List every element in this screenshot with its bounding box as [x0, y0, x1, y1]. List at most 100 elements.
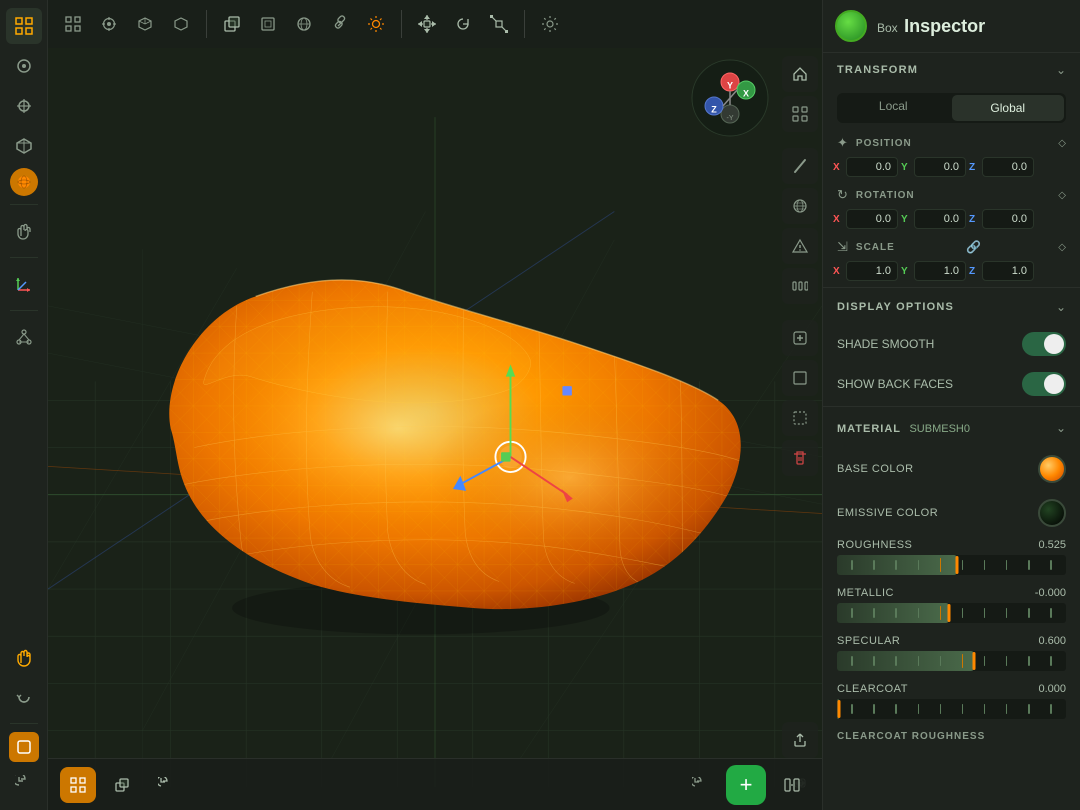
grid-bottom-icon[interactable] [60, 767, 96, 803]
tick [918, 704, 920, 714]
add-button[interactable]: + [726, 765, 766, 805]
toolbar-grid-icon[interactable] [6, 8, 42, 44]
square-bottom-icon[interactable] [104, 767, 140, 803]
specular-ticks [837, 651, 1066, 671]
move-icon[interactable] [410, 7, 444, 41]
panels-bottom-icon[interactable] [774, 767, 810, 803]
toolbar-square-icon[interactable] [9, 732, 39, 762]
shade-smooth-toggle[interactable] [1022, 332, 1066, 356]
warning-icon[interactable] [782, 228, 818, 264]
scale-icon[interactable] [482, 7, 516, 41]
clearcoat-handle[interactable] [838, 700, 841, 718]
z-label-scl: Z [969, 266, 979, 277]
link-icon[interactable] [323, 7, 357, 41]
toolbar-axes-icon[interactable] [6, 266, 42, 302]
orientation-gizmo[interactable]: Y -Y Z X [690, 58, 770, 138]
scale-keyframe-icon[interactable]: ◇ [1058, 242, 1066, 253]
specular-handle[interactable] [973, 652, 976, 670]
transform-chevron: ⌄ [1056, 63, 1066, 77]
x-label-rot: X [833, 214, 843, 225]
svg-text:-Y: -Y [727, 115, 734, 122]
roughness-row: ROUGHNESS 0.525 [823, 535, 1080, 583]
scale-link-icon[interactable]: 🔗 [966, 240, 981, 254]
tick [940, 558, 942, 572]
tick [984, 704, 986, 714]
clearcoat-header: CLEARCOAT 0.000 [837, 683, 1066, 695]
slash-icon[interactable] [782, 148, 818, 184]
position-icon: ✦ [837, 135, 848, 151]
transform-section-header[interactable]: TRANSFORM ⌄ [823, 53, 1080, 87]
metallic-header: METALLIC -0.000 [837, 587, 1066, 599]
roughness-slider[interactable] [837, 555, 1066, 575]
toolbar-sphere-icon[interactable] [10, 168, 38, 196]
toolbar-undo-icon[interactable] [6, 766, 42, 802]
material-label: MATERIAL [837, 423, 901, 435]
add-icon: + [740, 774, 753, 796]
specular-slider[interactable] [837, 651, 1066, 671]
emissive-color-swatch[interactable] [1038, 499, 1066, 527]
metallic-slider[interactable] [837, 603, 1066, 623]
cube-icon[interactable] [128, 7, 162, 41]
rotation-keyframe-icon[interactable]: ◇ [1058, 190, 1066, 201]
local-btn[interactable]: Local [837, 93, 950, 123]
toolbar-cursor-icon[interactable] [6, 48, 42, 84]
top-view-icon[interactable] [287, 7, 321, 41]
right-overlay [778, 0, 822, 810]
svg-text:Y: Y [727, 80, 733, 90]
toolbar-hand-pan-icon[interactable] [6, 639, 42, 675]
rotation-y-input[interactable] [914, 209, 966, 229]
scale-label-row: ⇲ SCALE 🔗 ◇ [823, 233, 1080, 257]
show-back-faces-toggle[interactable] [1022, 372, 1066, 396]
toolbar-nodes-icon[interactable] [6, 319, 42, 355]
toolbar-hand-icon[interactable] [6, 213, 42, 249]
base-color-swatch[interactable] [1038, 455, 1066, 483]
grid-tool-icon[interactable] [56, 7, 90, 41]
z-label-pos: Z [969, 162, 979, 173]
position-z-input[interactable] [982, 157, 1034, 177]
dash-square-icon[interactable] [782, 400, 818, 436]
scale-z-input[interactable] [982, 261, 1034, 281]
roughness-handle[interactable] [956, 556, 959, 574]
rotation-z-input[interactable] [982, 209, 1034, 229]
share-icon[interactable] [782, 722, 818, 758]
position-y-input[interactable] [914, 157, 966, 177]
clearcoat-slider[interactable] [837, 699, 1066, 719]
scale-icon-label: ⇲ [837, 239, 848, 255]
transform-label: TRANSFORM [837, 64, 918, 76]
toolbar-rotate-view-icon[interactable] [6, 679, 42, 715]
position-keyframe-icon[interactable]: ◇ [1058, 138, 1066, 149]
inspector-header: Box Inspector [823, 0, 1080, 53]
panel-icon[interactable] [782, 268, 818, 304]
global-icon[interactable] [782, 188, 818, 224]
position-x-input[interactable] [846, 157, 898, 177]
tick [851, 704, 853, 714]
square-sel-icon[interactable] [782, 360, 818, 396]
scale-x-input[interactable] [846, 261, 898, 281]
wireframe-icon[interactable] [164, 7, 198, 41]
target-icon[interactable] [92, 7, 126, 41]
home-icon[interactable] [782, 56, 818, 92]
tick [918, 656, 920, 666]
display-options-header[interactable]: DISPLAY OPTIONS ⌄ [823, 290, 1080, 324]
toolbar-move-icon[interactable] [6, 88, 42, 124]
toolbar-box-icon[interactable] [6, 128, 42, 164]
focus-icon[interactable] [782, 96, 818, 132]
tick [962, 704, 964, 714]
global-btn[interactable]: Global [952, 95, 1065, 121]
undo2-icon[interactable] [682, 767, 718, 803]
perspective-icon[interactable] [215, 7, 249, 41]
undo-bottom-icon[interactable] [148, 767, 184, 803]
material-header[interactable]: MATERIAL SUBMESH0 ⌄ [823, 409, 1080, 447]
settings-icon[interactable] [533, 7, 567, 41]
add-panel-icon[interactable] [782, 320, 818, 356]
divider-2 [823, 406, 1080, 407]
rotation-x-input[interactable] [846, 209, 898, 229]
tick [984, 560, 986, 570]
sun-icon[interactable] [359, 7, 393, 41]
metallic-handle[interactable] [948, 604, 951, 622]
front-view-icon[interactable] [251, 7, 285, 41]
trash-icon[interactable] [782, 440, 818, 476]
show-back-faces-knob [1044, 374, 1064, 394]
scale-y-input[interactable] [914, 261, 966, 281]
rotate-icon[interactable] [446, 7, 480, 41]
